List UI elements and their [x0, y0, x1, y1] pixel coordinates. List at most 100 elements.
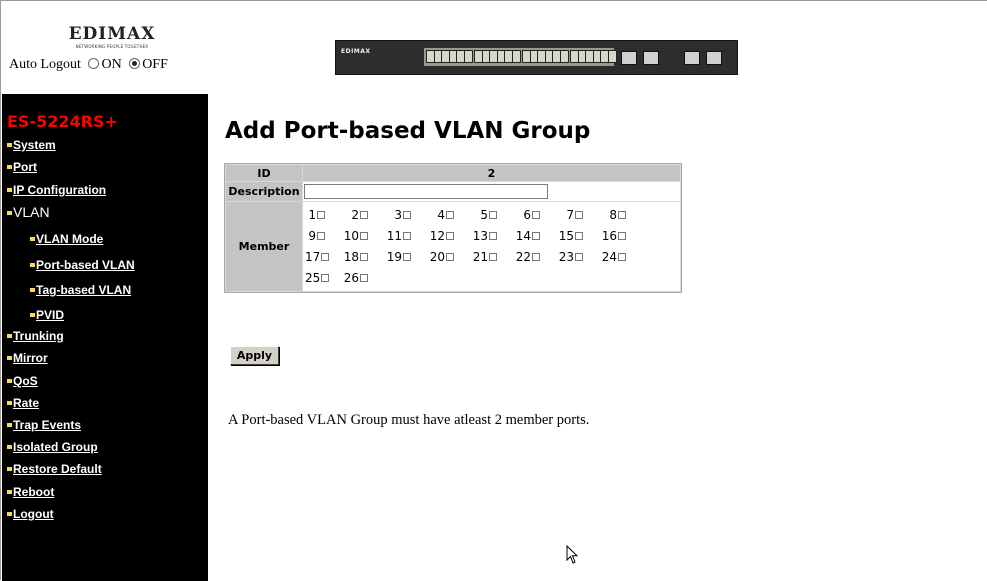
- sfp-slot-icon: [643, 51, 659, 65]
- port-22-checkbox[interactable]: [532, 253, 540, 261]
- switch-front-panel-image: EDIMAX: [335, 40, 738, 75]
- auto-logout-on-radio[interactable]: [88, 58, 100, 69]
- sidebar-item-ip-configuration[interactable]: IP Configuration: [7, 183, 106, 197]
- bullet-icon: [7, 188, 12, 192]
- port-number: 19: [386, 250, 402, 264]
- port-number: 4: [437, 208, 445, 222]
- logo-tagline: NETWORKING PEOPLE TOGETHER: [75, 44, 149, 49]
- sidebar-item-logout[interactable]: Logout: [7, 507, 54, 521]
- sfp-slot-icon: [706, 51, 722, 65]
- switch-brand-label: EDIMAX: [341, 48, 371, 55]
- bullet-icon: [7, 334, 12, 338]
- port-20-checkbox[interactable]: [446, 253, 454, 261]
- auto-logout-off-label: OFF: [142, 57, 168, 72]
- port-number: 5: [480, 208, 488, 222]
- bullet-icon: [7, 379, 12, 383]
- port-8-checkbox[interactable]: [618, 211, 626, 219]
- port-number: 11: [386, 229, 402, 243]
- sidebar-item-trunking[interactable]: Trunking: [7, 329, 64, 343]
- port-member-item: 16: [583, 226, 626, 247]
- port-number: 12: [429, 229, 445, 243]
- logo-text: EDIMAX: [68, 24, 156, 44]
- sidebar-item-vlan[interactable]: VLAN: [7, 204, 50, 220]
- bullet-icon: [7, 401, 12, 405]
- sidebar-item-restore-default[interactable]: Restore Default: [7, 462, 102, 476]
- port-16-checkbox[interactable]: [618, 232, 626, 240]
- port-19-checkbox[interactable]: [403, 253, 411, 261]
- port-member-item: 26: [325, 268, 368, 289]
- port-2-checkbox[interactable]: [360, 211, 368, 219]
- sfp-slot-icon: [621, 51, 637, 65]
- bullet-icon: [30, 288, 35, 292]
- port-14-checkbox[interactable]: [532, 232, 540, 240]
- auto-logout-off-radio[interactable]: [129, 58, 141, 69]
- description-input[interactable]: [304, 184, 548, 199]
- port-member-item: 22: [497, 247, 540, 268]
- port-3-checkbox[interactable]: [403, 211, 411, 219]
- port-member-item: 7: [540, 205, 583, 226]
- auto-logout-label: Auto Logout: [9, 57, 81, 72]
- port-12-checkbox[interactable]: [446, 232, 454, 240]
- port-number: 7: [566, 208, 574, 222]
- sidebar-item-reboot[interactable]: Reboot: [7, 485, 54, 499]
- port-18-checkbox[interactable]: [360, 253, 368, 261]
- port-21-checkbox[interactable]: [489, 253, 497, 261]
- port-number: 2: [351, 208, 359, 222]
- port-4-checkbox[interactable]: [446, 211, 454, 219]
- sidebar-item-pvid[interactable]: PVID: [30, 308, 64, 322]
- port-row: 1 2 3 4 5 6 7 8: [305, 205, 678, 226]
- sidebar-item-vlan-mode[interactable]: VLAN Mode: [30, 232, 103, 246]
- switch-port-icon: [511, 50, 521, 63]
- port-11-checkbox[interactable]: [403, 232, 411, 240]
- bullet-icon: [30, 237, 35, 241]
- port-15-checkbox[interactable]: [575, 232, 583, 240]
- port-7-checkbox[interactable]: [575, 211, 583, 219]
- port-13-checkbox[interactable]: [489, 232, 497, 240]
- port-number: 15: [558, 229, 574, 243]
- port-member-item: 18: [325, 247, 368, 268]
- port-member-item: 4: [411, 205, 454, 226]
- port-number: 18: [343, 250, 359, 264]
- port-number: 20: [429, 250, 445, 264]
- edimax-logo: EDIMAX NETWORKING PEOPLE TOGETHER: [64, 24, 160, 50]
- port-1-checkbox[interactable]: [317, 211, 325, 219]
- sidebar-item-port[interactable]: Port: [7, 160, 37, 174]
- port-6-checkbox[interactable]: [532, 211, 540, 219]
- mouse-cursor-icon: [566, 545, 579, 564]
- bullet-icon: [7, 356, 12, 360]
- port-member-item: 21: [454, 247, 497, 268]
- port-row: 17 18 19 20 21 22 23 24: [305, 247, 678, 268]
- page-frame: EDIMAX NETWORKING PEOPLE TOGETHER Auto L…: [0, 0, 987, 581]
- sidebar-item-tag-based-vlan[interactable]: Tag-based VLAN: [30, 283, 131, 297]
- port-number: 25: [305, 271, 321, 285]
- port-member-item: 24: [583, 247, 626, 268]
- port-5-checkbox[interactable]: [489, 211, 497, 219]
- apply-button[interactable]: Apply: [230, 346, 279, 365]
- page-title: Add Port-based VLAN Group: [225, 118, 591, 144]
- port-member-item: 12: [411, 226, 454, 247]
- port-member-item: 20: [411, 247, 454, 268]
- auto-logout-on-label: ON: [101, 57, 122, 72]
- sidebar-item-system[interactable]: System: [7, 138, 56, 152]
- main-content: Add Port-based VLAN Group ID 2 Descripti…: [208, 94, 987, 581]
- sidebar-item-port-based-vlan[interactable]: Port-based VLAN: [30, 258, 135, 272]
- port-member-item: 25: [305, 268, 330, 289]
- port-member-item: 15: [540, 226, 583, 247]
- port-26-checkbox[interactable]: [360, 274, 368, 282]
- sidebar-item-rate[interactable]: Rate: [7, 396, 39, 410]
- member-label: Member: [226, 202, 302, 291]
- sidebar-item-isolated-group[interactable]: Isolated Group: [7, 440, 98, 454]
- port-number: 10: [343, 229, 359, 243]
- port-9-checkbox[interactable]: [317, 232, 325, 240]
- sidebar-item-trap-events[interactable]: Trap Events: [7, 418, 81, 432]
- sidebar-item-qos[interactable]: QoS: [7, 374, 38, 388]
- port-number: 16: [601, 229, 617, 243]
- port-24-checkbox[interactable]: [618, 253, 626, 261]
- bullet-icon: [7, 490, 12, 494]
- port-10-checkbox[interactable]: [360, 232, 368, 240]
- port-number: 26: [343, 271, 359, 285]
- port-23-checkbox[interactable]: [575, 253, 583, 261]
- sidebar-item-mirror[interactable]: Mirror: [7, 351, 48, 365]
- port-member-item: 2: [325, 205, 368, 226]
- bullet-icon: [7, 143, 12, 147]
